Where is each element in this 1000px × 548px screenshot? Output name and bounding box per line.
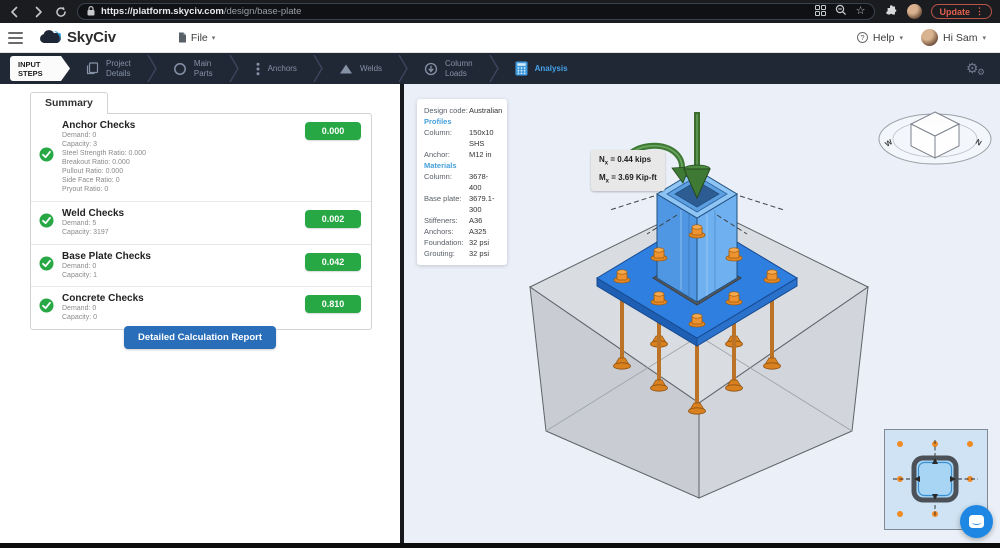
check-row-anchor: Anchor Checks Demand: 0 Capacity: 3 Stee… xyxy=(31,114,371,202)
forward-icon[interactable] xyxy=(31,5,45,19)
summary-card: Anchor Checks Demand: 0 Capacity: 3 Stee… xyxy=(30,113,372,330)
check-success-icon xyxy=(39,298,54,318)
check-success-icon xyxy=(39,213,54,233)
step-analysis[interactable]: Analysis xyxy=(499,53,584,84)
ratio-badge: 0.002 xyxy=(305,210,361,228)
address-bar[interactable]: https://platform.skyciv.com/design/base-… xyxy=(77,3,875,20)
user-menu[interactable]: Hi Sam ▾ xyxy=(921,29,986,46)
browser-menu-dots-icon[interactable]: ⋮ xyxy=(975,6,984,17)
check-title: Base Plate Checks xyxy=(62,251,297,262)
orientation-cube-gizmo[interactable]: W N xyxy=(875,105,995,169)
check-title: Concrete Checks xyxy=(62,293,297,304)
weld-triangle-icon xyxy=(339,63,353,75)
calculator-icon xyxy=(515,61,528,76)
design-info-card: Design code:Australian Profiles Column:1… xyxy=(417,99,507,265)
lock-icon xyxy=(87,3,95,21)
check-title: Anchor Checks xyxy=(62,120,297,131)
file-icon xyxy=(178,32,187,43)
user-avatar xyxy=(921,29,938,46)
tab-grid-icon[interactable] xyxy=(815,3,826,21)
extensions-puzzle-icon[interactable] xyxy=(884,5,898,19)
chevron-down-icon: ▾ xyxy=(900,34,904,42)
anchor-dots-icon xyxy=(255,62,261,76)
help-icon: ? xyxy=(857,32,868,43)
chevron-down-icon: ▾ xyxy=(212,34,216,42)
bottom-edge-bar xyxy=(0,543,1000,548)
help-menu[interactable]: ? Help ▾ xyxy=(857,32,903,44)
chevron-down-icon: ▾ xyxy=(982,34,986,42)
ratio-badge: 0.042 xyxy=(305,253,361,271)
back-icon[interactable] xyxy=(8,5,22,19)
design-code-value: Australian xyxy=(469,105,502,116)
browser-profile-avatar[interactable] xyxy=(907,4,922,19)
load-arrow-icon xyxy=(424,62,438,76)
input-steps-tab: INPUT STEPS xyxy=(10,56,70,81)
ratio-badge: 0.000 xyxy=(305,122,361,140)
settings-gears-icon[interactable]: ⚙ ⚙ xyxy=(966,59,988,79)
chat-launcher-button[interactable] xyxy=(960,505,993,538)
model-viewport[interactable]: Design code:Australian Profiles Column:1… xyxy=(404,84,1000,543)
browser-update-button[interactable]: Update ⋮ xyxy=(931,4,992,19)
file-menu[interactable]: File ▾ xyxy=(178,32,215,44)
summary-panel: Summary Anchor Checks Demand: 0 Capacity… xyxy=(0,84,400,543)
check-row-base-plate: Base Plate Checks Demand: 0 Capacity: 1 … xyxy=(31,245,371,288)
skyciv-logo[interactable]: SkyCiv xyxy=(39,29,116,46)
step-separator xyxy=(398,55,408,82)
load-annotation: Nx = 0.44 kips Mx = 3.69 Kip-ft xyxy=(591,150,665,191)
pages-icon xyxy=(86,62,99,75)
step-separator xyxy=(313,55,323,82)
brand-name: SkyCiv xyxy=(67,29,116,46)
chat-bubble-icon xyxy=(969,515,984,528)
step-separator xyxy=(489,55,499,82)
check-success-icon xyxy=(39,256,54,276)
check-title: Weld Checks xyxy=(62,208,297,219)
browser-chrome: https://platform.skyciv.com/design/base-… xyxy=(0,0,1000,23)
detailed-calculation-report-button[interactable]: Detailed Calculation Report xyxy=(124,326,276,349)
step-separator xyxy=(229,55,239,82)
tab-summary[interactable]: Summary xyxy=(30,92,108,114)
step-main-parts[interactable]: Main Parts xyxy=(157,53,229,84)
zoom-out-icon[interactable] xyxy=(835,3,847,21)
app-header: SkyCiv File ▾ ? Help ▾ Hi Sam ▾ xyxy=(0,23,1000,53)
profiles-header: Profiles xyxy=(424,116,500,127)
url-text: https://platform.skyciv.com/design/base-… xyxy=(101,6,301,17)
circle-icon xyxy=(173,62,187,76)
materials-header: Materials xyxy=(424,160,500,171)
bookmark-star-icon[interactable]: ☆ xyxy=(856,6,866,17)
check-success-icon xyxy=(39,147,54,167)
workflow-steps-bar: INPUT STEPS Project Details Main Parts A… xyxy=(0,53,1000,84)
step-welds[interactable]: Welds xyxy=(323,53,398,84)
step-anchors[interactable]: Anchors xyxy=(239,53,313,84)
panel-divider[interactable] xyxy=(400,84,404,548)
ratio-badge: 0.810 xyxy=(305,295,361,313)
step-separator xyxy=(147,55,157,82)
reload-icon[interactable] xyxy=(54,5,68,19)
step-column-loads[interactable]: Column Loads xyxy=(408,53,489,84)
check-row-weld: Weld Checks Demand: 5 Capacity: 3197 0.0… xyxy=(31,202,371,245)
check-row-concrete: Concrete Checks Demand: 0 Capacity: 0 0.… xyxy=(31,287,371,329)
step-project-details[interactable]: Project Details xyxy=(70,53,147,84)
hamburger-menu-icon[interactable] xyxy=(8,32,23,44)
skyciv-cloud-icon xyxy=(39,30,63,45)
